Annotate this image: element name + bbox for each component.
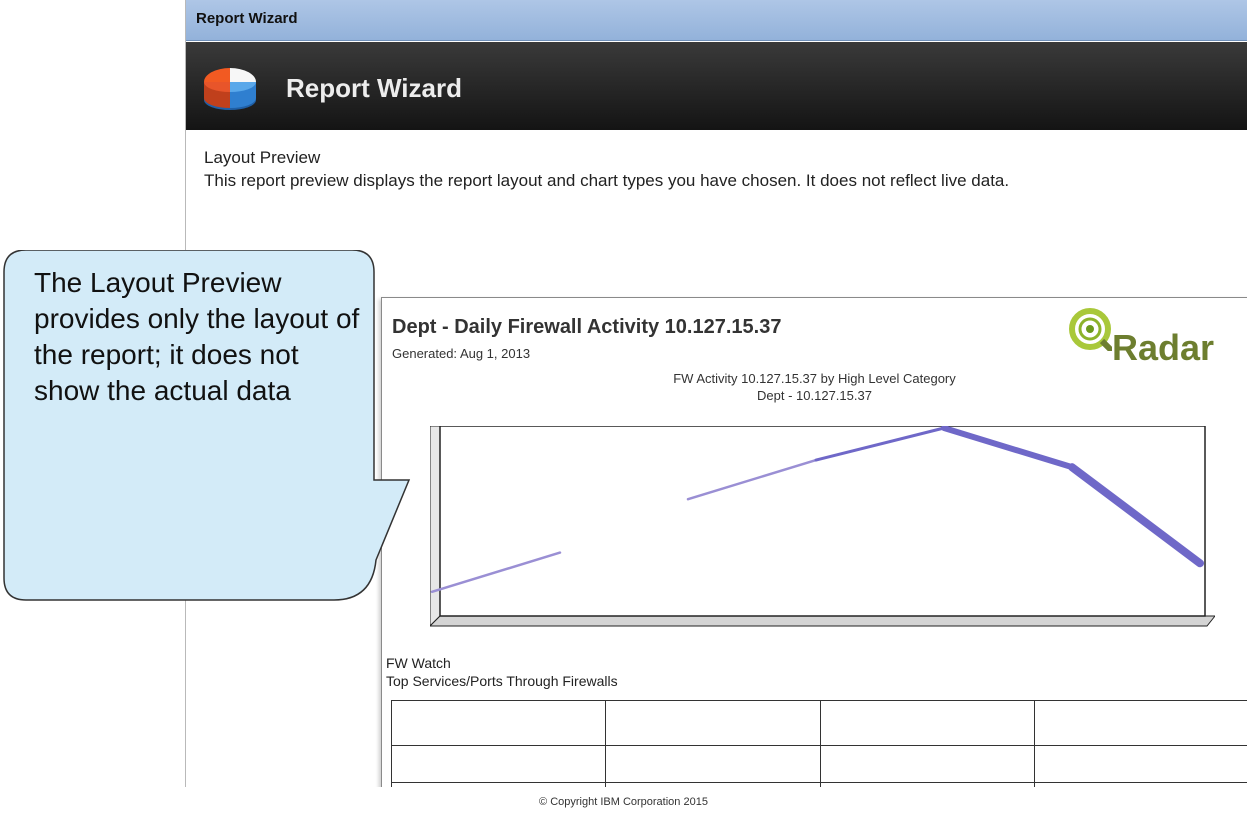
window-titlebar: Report Wizard: [186, 0, 1247, 41]
table-cell: [819, 782, 1035, 787]
report-section-top-services: Top Services/Ports Through Firewalls: [386, 673, 618, 689]
table-cell: [390, 700, 607, 746]
pie-chart-icon: [204, 68, 256, 110]
table-cell: [819, 700, 1035, 746]
table-cell: [605, 745, 821, 783]
report-section-fw-watch: FW Watch: [386, 655, 451, 671]
table-row: [390, 700, 1247, 746]
layout-preview-heading: Layout Preview: [204, 148, 321, 167]
qradar-logo: Radar: [1054, 303, 1247, 373]
wizard-title: Report Wizard: [286, 73, 462, 103]
chart-subtitle: Dept - 10.127.15.37: [757, 388, 872, 403]
intro-block: Layout Preview This report preview displ…: [204, 146, 1009, 192]
table-cell: [390, 745, 607, 783]
table-cell: [1033, 745, 1247, 783]
table-cell: [1033, 782, 1247, 787]
report-placeholder-table: [390, 700, 1247, 787]
window-title: Report Wizard: [196, 10, 298, 27]
table-cell: [390, 782, 607, 787]
table-cell: [1033, 700, 1247, 746]
report-title: Dept - Daily Firewall Activity 10.127.15…: [392, 316, 782, 338]
table-cell: [605, 782, 821, 787]
callout-text: The Layout Preview provides only the lay…: [34, 267, 360, 406]
layout-preview-description: This report preview displays the report …: [204, 171, 1010, 190]
report-preview: Dept - Daily Firewall Activity 10.127.15…: [381, 297, 1247, 787]
line-chart: [430, 426, 1215, 627]
table-row: [390, 782, 1247, 787]
table-row: [390, 745, 1247, 783]
chart-title: FW Activity 10.127.15.37 by High Level C…: [673, 371, 956, 386]
wizard-header: Report Wizard: [186, 42, 1247, 130]
copyright-footer: © Copyright IBM Corporation 2015: [539, 796, 708, 808]
table-cell: [819, 745, 1035, 783]
qradar-q-icon: [1069, 308, 1112, 351]
table-cell: [605, 700, 821, 746]
chart-plot-area: [439, 426, 1206, 617]
qradar-logo-text: Radar: [1112, 327, 1215, 368]
